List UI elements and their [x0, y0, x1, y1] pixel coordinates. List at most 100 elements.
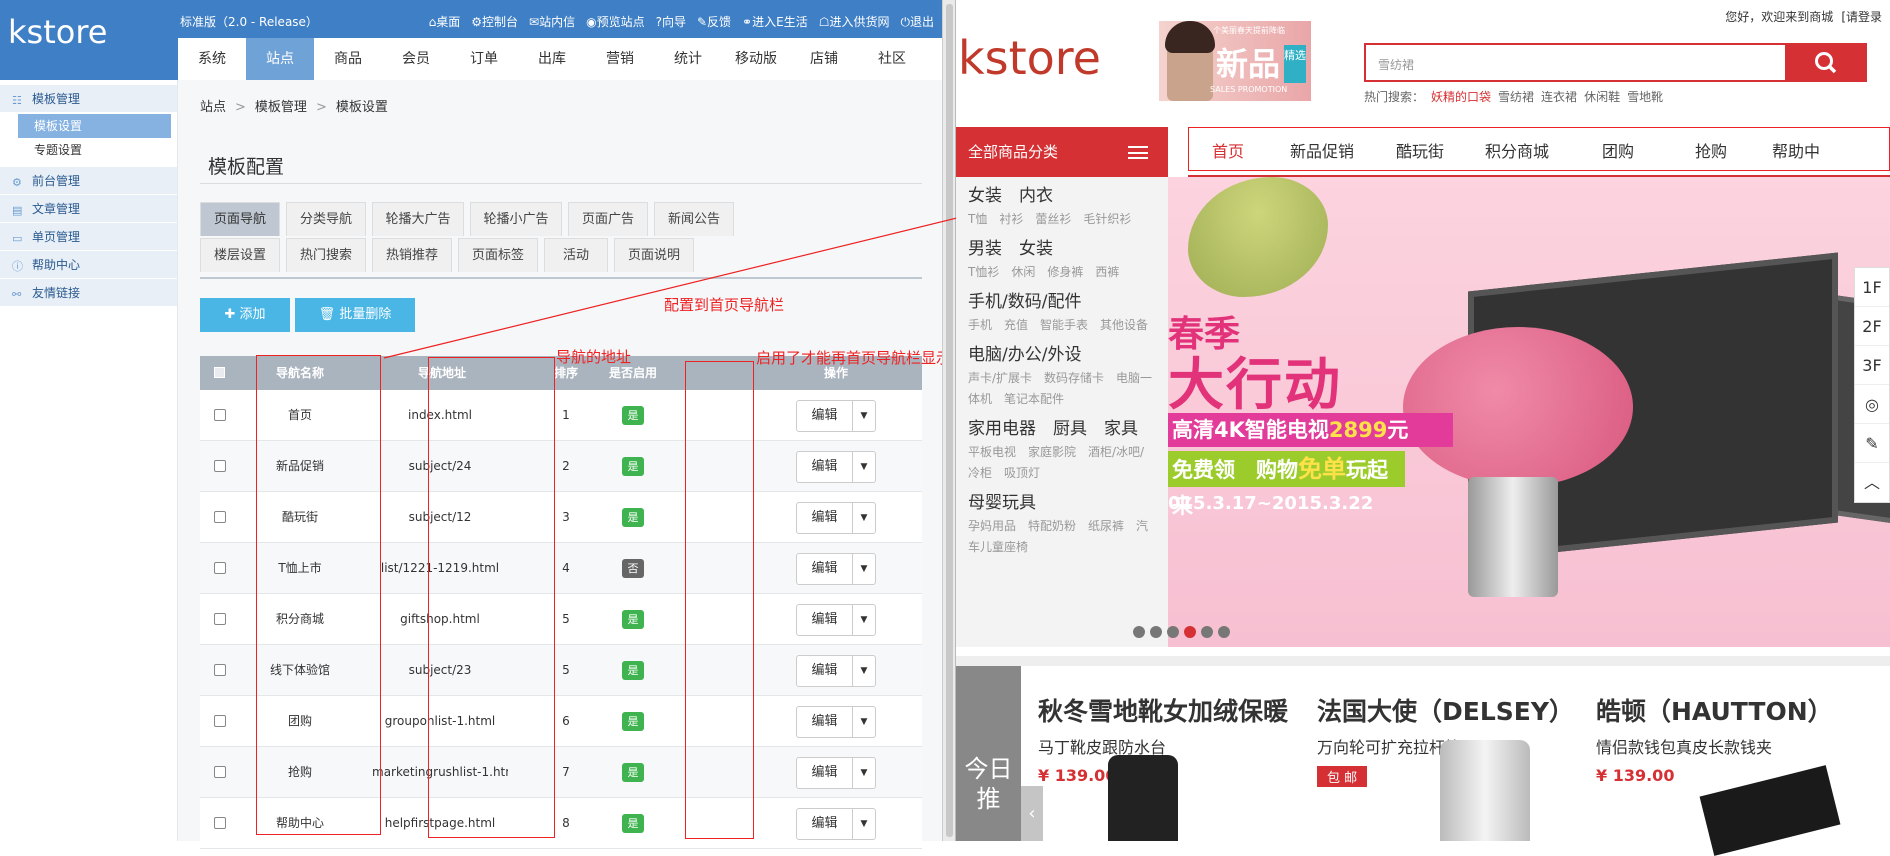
edit-button[interactable]: 编辑 — [797, 707, 853, 737]
sidebar-group-links[interactable]: ⚯ 友情链接 — [0, 278, 177, 306]
window-divider-scrollbar[interactable] — [942, 0, 956, 841]
row-checkbox[interactable] — [214, 460, 226, 472]
top-link-supplier[interactable]: ☖进入供货网 — [819, 13, 890, 30]
sidebar-group-frontend[interactable]: ⚙ 前台管理 — [0, 166, 177, 194]
top-link-desktop[interactable]: ⌂桌面 — [429, 13, 461, 30]
caret-down-icon[interactable]: ▼ — [853, 707, 875, 737]
hot-term[interactable]: 妖精的口袋 — [1431, 88, 1491, 105]
tab-page-tags[interactable]: 页面标签 — [458, 238, 538, 272]
caret-down-icon[interactable]: ▼ — [853, 605, 875, 635]
top-link-elife[interactable]: ⚭进入E生活 — [742, 13, 808, 30]
caret-down-icon[interactable]: ▼ — [853, 809, 875, 839]
nav-shops[interactable]: 店铺 — [790, 38, 858, 80]
sidebar-item-topic-settings[interactable]: 专题设置 — [0, 138, 177, 162]
tab-floor[interactable]: 楼层设置 — [200, 238, 280, 272]
caret-down-icon[interactable]: ▼ — [853, 503, 875, 533]
row-checkbox[interactable] — [214, 562, 226, 574]
breadcrumb-site[interactable]: 站点 — [200, 100, 226, 115]
tab-activity[interactable]: 活动 — [544, 238, 608, 272]
tab-page-description[interactable]: 页面说明 — [614, 238, 694, 272]
store-nav-points[interactable]: 积分商城 — [1464, 127, 1570, 177]
top-link-logout[interactable]: ⏻退出 — [900, 13, 934, 30]
edit-button[interactable]: 编辑 — [797, 503, 853, 533]
promo-banner[interactable]: 个美丽春天提前降临 新品 精选 SALES PROMOTION — [1159, 21, 1311, 101]
top-link-feedback[interactable]: ✎反馈 — [697, 13, 731, 30]
carousel-dot-active[interactable] — [1184, 626, 1196, 638]
top-link-console[interactable]: ⚙控制台 — [471, 13, 518, 30]
carousel-dot[interactable] — [1218, 626, 1230, 638]
sidebar-group-template[interactable]: ☷ 模板管理 — [0, 84, 177, 112]
login-link[interactable]: [请登录 — [1841, 10, 1882, 24]
edit-button[interactable]: 编辑 — [797, 605, 853, 635]
store-nav-new[interactable]: 新品促销 — [1268, 127, 1376, 177]
nav-orders[interactable]: 订单 — [450, 38, 518, 80]
tab-hot-search[interactable]: 热门搜索 — [286, 238, 366, 272]
hot-term[interactable]: 休闲鞋 — [1584, 88, 1620, 105]
carousel-dot[interactable] — [1167, 626, 1179, 638]
batch-delete-button[interactable]: 🗑 批量删除 — [295, 298, 415, 332]
store-nav-home[interactable]: 首页 — [1188, 127, 1268, 177]
top-link-messages[interactable]: ✉站内信 — [529, 13, 575, 30]
sidebar-group-help[interactable]: ⓘ 帮助中心 — [0, 250, 177, 278]
sidebar-group-pages[interactable]: ▭ 单页管理 — [0, 222, 177, 250]
product-image-luggage[interactable] — [1440, 740, 1530, 841]
category-group[interactable]: 家用电器 厨具 家具 平板电视 家庭影院 酒柜/冰吧/冷柜 吸顶灯 — [968, 416, 1156, 484]
product-image-boot[interactable] — [1108, 755, 1178, 841]
row-checkbox[interactable] — [214, 715, 226, 727]
caret-down-icon[interactable]: ▼ — [853, 401, 875, 431]
nav-goods[interactable]: 商品 — [314, 38, 382, 80]
admin-logo[interactable]: kstore — [0, 0, 178, 80]
edit-button[interactable]: 编辑 — [797, 809, 853, 839]
top-link-wizard[interactable]: ?向导 — [656, 13, 686, 30]
edit-button[interactable]: 编辑 — [797, 452, 853, 482]
carousel-dot[interactable] — [1150, 626, 1162, 638]
search-button[interactable] — [1787, 43, 1867, 82]
store-logo[interactable]: kstore — [958, 31, 1128, 88]
category-group[interactable]: 母婴玩具 孕妈用品 特配奶粉 纸尿裤 汽车儿童座椅 — [968, 490, 1156, 558]
store-nav-rush[interactable]: 抢购 — [1666, 127, 1756, 177]
carousel-dot[interactable] — [1133, 626, 1145, 638]
row-checkbox[interactable] — [214, 613, 226, 625]
caret-down-icon[interactable]: ▼ — [853, 554, 875, 584]
edit-button[interactable]: 编辑 — [797, 656, 853, 686]
hero-banner[interactable]: 春季 大行动 高清4K智能电视2899元 免费领 购物免单玩起来 015.3.1… — [1168, 177, 1890, 647]
row-checkbox[interactable] — [214, 766, 226, 778]
hot-term[interactable]: 连衣裙 — [1541, 88, 1577, 105]
row-checkbox[interactable] — [214, 817, 226, 829]
edit-icon[interactable]: ✎ — [1855, 424, 1889, 463]
row-checkbox[interactable] — [214, 409, 226, 421]
search-input[interactable]: 雪纺裙 — [1364, 43, 1787, 82]
nav-stats[interactable]: 统计 — [654, 38, 722, 80]
category-group[interactable]: 手机/数码/配件 手机 充值 智能手表 其他设备 — [968, 289, 1156, 336]
category-group[interactable]: 电脑/办公/外设 声卡/扩展卡 数码存储卡 电脑一体机 笔记本配件 — [968, 342, 1156, 410]
edit-button[interactable]: 编辑 — [797, 758, 853, 788]
top-link-preview[interactable]: ◉预览站点 — [586, 13, 645, 30]
floor-2f[interactable]: 2F — [1855, 307, 1889, 346]
tab-page-nav[interactable]: 页面导航 — [200, 202, 280, 236]
row-checkbox[interactable] — [214, 511, 226, 523]
tab-hot-recommend[interactable]: 热销推荐 — [372, 238, 452, 272]
nav-community[interactable]: 社区 — [858, 38, 926, 80]
edit-button[interactable]: 编辑 — [797, 554, 853, 584]
nav-site[interactable]: 站点 — [246, 38, 314, 80]
tab-big-carousel[interactable]: 轮播大广告 — [372, 202, 464, 236]
edit-button[interactable]: 编辑 — [797, 401, 853, 431]
caret-down-icon[interactable]: ▼ — [853, 452, 875, 482]
tab-news[interactable]: 新闻公告 — [654, 202, 734, 236]
nav-mobile[interactable]: 移动版 — [722, 38, 790, 80]
chevron-left-icon[interactable]: ‹ — [1021, 786, 1043, 841]
store-nav-help[interactable]: 帮助中 — [1756, 127, 1836, 177]
tab-small-carousel[interactable]: 轮播小广告 — [470, 202, 562, 236]
caret-down-icon[interactable]: ▼ — [853, 656, 875, 686]
service-icon[interactable]: ◎ — [1855, 385, 1889, 424]
nav-members[interactable]: 会员 — [382, 38, 450, 80]
category-group[interactable]: 女装 内衣 T恤 衬衫 蕾丝衫 毛针织衫 — [968, 183, 1156, 230]
carousel-dot[interactable] — [1201, 626, 1213, 638]
hot-term[interactable]: 雪地靴 — [1627, 88, 1663, 105]
nav-system[interactable]: 系统 — [178, 38, 246, 80]
tab-page-ads[interactable]: 页面广告 — [568, 202, 648, 236]
caret-down-icon[interactable]: ▼ — [853, 758, 875, 788]
all-categories-button[interactable]: 全部商品分类 — [956, 127, 1168, 177]
tab-category-nav[interactable]: 分类导航 — [286, 202, 366, 236]
breadcrumb-template[interactable]: 模板管理 — [255, 100, 307, 115]
